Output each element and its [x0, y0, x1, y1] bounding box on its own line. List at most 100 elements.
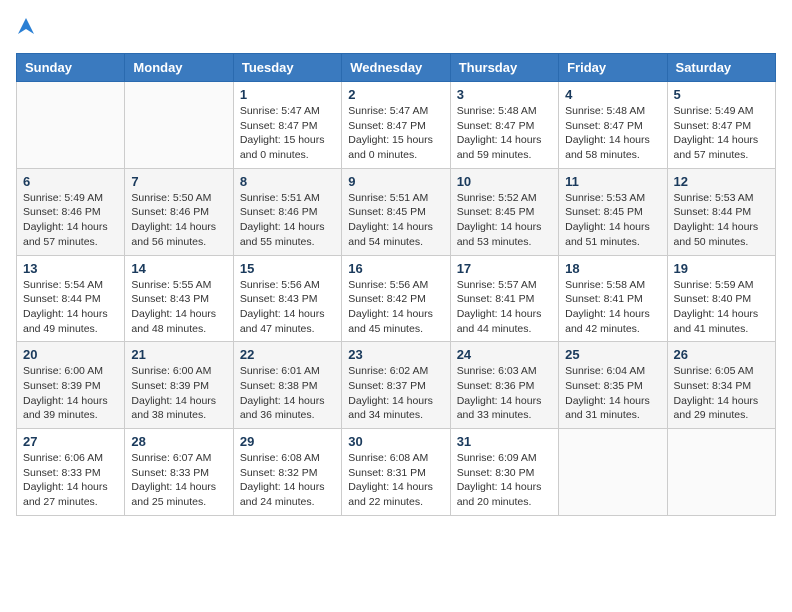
calendar-week-row: 13 Sunrise: 5:54 AM Sunset: 8:44 PM Dayli…	[17, 255, 776, 342]
day-number: 2	[348, 87, 443, 102]
day-info: Sunrise: 6:08 AM Sunset: 8:31 PM Dayligh…	[348, 451, 443, 510]
calendar-day-cell: 30 Sunrise: 6:08 AM Sunset: 8:31 PM Dayli…	[342, 429, 450, 516]
day-number: 15	[240, 261, 335, 276]
day-number: 8	[240, 174, 335, 189]
weekday-header-cell: Friday	[559, 54, 667, 82]
day-info: Sunrise: 5:56 AM Sunset: 8:43 PM Dayligh…	[240, 278, 335, 337]
logo	[16, 16, 36, 41]
day-number: 7	[131, 174, 226, 189]
calendar-day-cell: 1Sunrise: 5:47 AM Sunset: 8:47 PM Daylig…	[233, 82, 341, 169]
day-number: 29	[240, 434, 335, 449]
day-info: Sunrise: 5:48 AM Sunset: 8:47 PM Dayligh…	[565, 104, 660, 163]
calendar-day-cell: 5 Sunrise: 5:49 AM Sunset: 8:47 PM Daylig…	[667, 82, 775, 169]
calendar-day-cell	[17, 82, 125, 169]
day-info: Sunrise: 5:47 AM Sunset: 8:47 PM Dayligh…	[240, 104, 335, 163]
calendar-day-cell: 31 Sunrise: 6:09 AM Sunset: 8:30 PM Dayli…	[450, 429, 558, 516]
day-number: 19	[674, 261, 769, 276]
day-info: Sunrise: 6:05 AM Sunset: 8:34 PM Dayligh…	[674, 364, 769, 423]
day-number: 11	[565, 174, 660, 189]
day-number: 25	[565, 347, 660, 362]
calendar-day-cell: 15 Sunrise: 5:56 AM Sunset: 8:43 PM Dayli…	[233, 255, 341, 342]
day-info: Sunrise: 5:56 AM Sunset: 8:42 PM Dayligh…	[348, 278, 443, 337]
calendar-day-cell	[667, 429, 775, 516]
calendar-table: SundayMondayTuesdayWednesdayThursdayFrid…	[16, 53, 776, 516]
calendar-day-cell: 12Sunrise: 5:53 AM Sunset: 8:44 PM Dayli…	[667, 168, 775, 255]
day-number: 27	[23, 434, 118, 449]
weekday-header-cell: Thursday	[450, 54, 558, 82]
calendar-week-row: 6 Sunrise: 5:49 AM Sunset: 8:46 PM Daylig…	[17, 168, 776, 255]
calendar-day-cell	[559, 429, 667, 516]
weekday-header-cell: Monday	[125, 54, 233, 82]
day-info: Sunrise: 5:58 AM Sunset: 8:41 PM Dayligh…	[565, 278, 660, 337]
day-info: Sunrise: 5:54 AM Sunset: 8:44 PM Dayligh…	[23, 278, 118, 337]
day-number: 24	[457, 347, 552, 362]
day-info: Sunrise: 5:48 AM Sunset: 8:47 PM Dayligh…	[457, 104, 552, 163]
calendar-day-cell: 19 Sunrise: 5:59 AM Sunset: 8:40 PM Dayli…	[667, 255, 775, 342]
day-info: Sunrise: 5:51 AM Sunset: 8:45 PM Dayligh…	[348, 191, 443, 250]
day-number: 9	[348, 174, 443, 189]
day-number: 16	[348, 261, 443, 276]
calendar-body: 1Sunrise: 5:47 AM Sunset: 8:47 PM Daylig…	[17, 82, 776, 516]
day-info: Sunrise: 5:51 AM Sunset: 8:46 PM Dayligh…	[240, 191, 335, 250]
day-number: 18	[565, 261, 660, 276]
weekday-header-cell: Tuesday	[233, 54, 341, 82]
day-info: Sunrise: 6:09 AM Sunset: 8:30 PM Dayligh…	[457, 451, 552, 510]
calendar-day-cell: 10 Sunrise: 5:52 AM Sunset: 8:45 PM Dayli…	[450, 168, 558, 255]
day-number: 13	[23, 261, 118, 276]
calendar-week-row: 27 Sunrise: 6:06 AM Sunset: 8:33 PM Dayli…	[17, 429, 776, 516]
day-number: 28	[131, 434, 226, 449]
calendar-day-cell: 9 Sunrise: 5:51 AM Sunset: 8:45 PM Daylig…	[342, 168, 450, 255]
day-info: Sunrise: 6:02 AM Sunset: 8:37 PM Dayligh…	[348, 364, 443, 423]
calendar-day-cell: 13 Sunrise: 5:54 AM Sunset: 8:44 PM Dayli…	[17, 255, 125, 342]
weekday-header-cell: Sunday	[17, 54, 125, 82]
calendar-day-cell: 21Sunrise: 6:00 AM Sunset: 8:39 PM Dayli…	[125, 342, 233, 429]
weekday-header-cell: Saturday	[667, 54, 775, 82]
calendar-day-cell: 24 Sunrise: 6:03 AM Sunset: 8:36 PM Dayli…	[450, 342, 558, 429]
day-info: Sunrise: 5:53 AM Sunset: 8:45 PM Dayligh…	[565, 191, 660, 250]
day-info: Sunrise: 6:04 AM Sunset: 8:35 PM Dayligh…	[565, 364, 660, 423]
calendar-day-cell: 8 Sunrise: 5:51 AM Sunset: 8:46 PM Daylig…	[233, 168, 341, 255]
calendar-day-cell: 14 Sunrise: 5:55 AM Sunset: 8:43 PM Dayli…	[125, 255, 233, 342]
day-info: Sunrise: 5:47 AM Sunset: 8:47 PM Dayligh…	[348, 104, 443, 163]
day-number: 22	[240, 347, 335, 362]
logo-arrow-icon	[16, 16, 36, 41]
day-info: Sunrise: 5:55 AM Sunset: 8:43 PM Dayligh…	[131, 278, 226, 337]
calendar-day-cell: 3Sunrise: 5:48 AM Sunset: 8:47 PM Daylig…	[450, 82, 558, 169]
day-number: 26	[674, 347, 769, 362]
day-info: Sunrise: 5:49 AM Sunset: 8:47 PM Dayligh…	[674, 104, 769, 163]
calendar-day-cell: 27 Sunrise: 6:06 AM Sunset: 8:33 PM Dayli…	[17, 429, 125, 516]
calendar-day-cell: 16 Sunrise: 5:56 AM Sunset: 8:42 PM Dayli…	[342, 255, 450, 342]
day-info: Sunrise: 6:01 AM Sunset: 8:38 PM Dayligh…	[240, 364, 335, 423]
day-info: Sunrise: 5:50 AM Sunset: 8:46 PM Dayligh…	[131, 191, 226, 250]
calendar-day-cell: 28 Sunrise: 6:07 AM Sunset: 8:33 PM Dayli…	[125, 429, 233, 516]
calendar-week-row: 1Sunrise: 5:47 AM Sunset: 8:47 PM Daylig…	[17, 82, 776, 169]
day-number: 5	[674, 87, 769, 102]
day-info: Sunrise: 6:06 AM Sunset: 8:33 PM Dayligh…	[23, 451, 118, 510]
day-info: Sunrise: 6:00 AM Sunset: 8:39 PM Dayligh…	[23, 364, 118, 423]
calendar-day-cell: 4 Sunrise: 5:48 AM Sunset: 8:47 PM Daylig…	[559, 82, 667, 169]
day-info: Sunrise: 6:03 AM Sunset: 8:36 PM Dayligh…	[457, 364, 552, 423]
day-info: Sunrise: 6:07 AM Sunset: 8:33 PM Dayligh…	[131, 451, 226, 510]
day-info: Sunrise: 6:08 AM Sunset: 8:32 PM Dayligh…	[240, 451, 335, 510]
day-number: 14	[131, 261, 226, 276]
calendar-day-cell: 6 Sunrise: 5:49 AM Sunset: 8:46 PM Daylig…	[17, 168, 125, 255]
calendar-day-cell: 26 Sunrise: 6:05 AM Sunset: 8:34 PM Dayli…	[667, 342, 775, 429]
day-number: 6	[23, 174, 118, 189]
day-number: 17	[457, 261, 552, 276]
day-number: 30	[348, 434, 443, 449]
day-info: Sunrise: 6:00 AM Sunset: 8:39 PM Dayligh…	[131, 364, 226, 423]
calendar-day-cell: 7 Sunrise: 5:50 AM Sunset: 8:46 PM Daylig…	[125, 168, 233, 255]
day-number: 31	[457, 434, 552, 449]
calendar-day-cell: 2 Sunrise: 5:47 AM Sunset: 8:47 PM Daylig…	[342, 82, 450, 169]
day-number: 4	[565, 87, 660, 102]
page-header	[16, 16, 776, 41]
day-number: 10	[457, 174, 552, 189]
day-info: Sunrise: 5:52 AM Sunset: 8:45 PM Dayligh…	[457, 191, 552, 250]
calendar-day-cell: 22 Sunrise: 6:01 AM Sunset: 8:38 PM Dayli…	[233, 342, 341, 429]
calendar-day-cell: 18 Sunrise: 5:58 AM Sunset: 8:41 PM Dayli…	[559, 255, 667, 342]
day-info: Sunrise: 5:59 AM Sunset: 8:40 PM Dayligh…	[674, 278, 769, 337]
calendar-day-cell: 20Sunrise: 6:00 AM Sunset: 8:39 PM Dayli…	[17, 342, 125, 429]
day-info: Sunrise: 5:49 AM Sunset: 8:46 PM Dayligh…	[23, 191, 118, 250]
day-number: 12	[674, 174, 769, 189]
day-number: 23	[348, 347, 443, 362]
